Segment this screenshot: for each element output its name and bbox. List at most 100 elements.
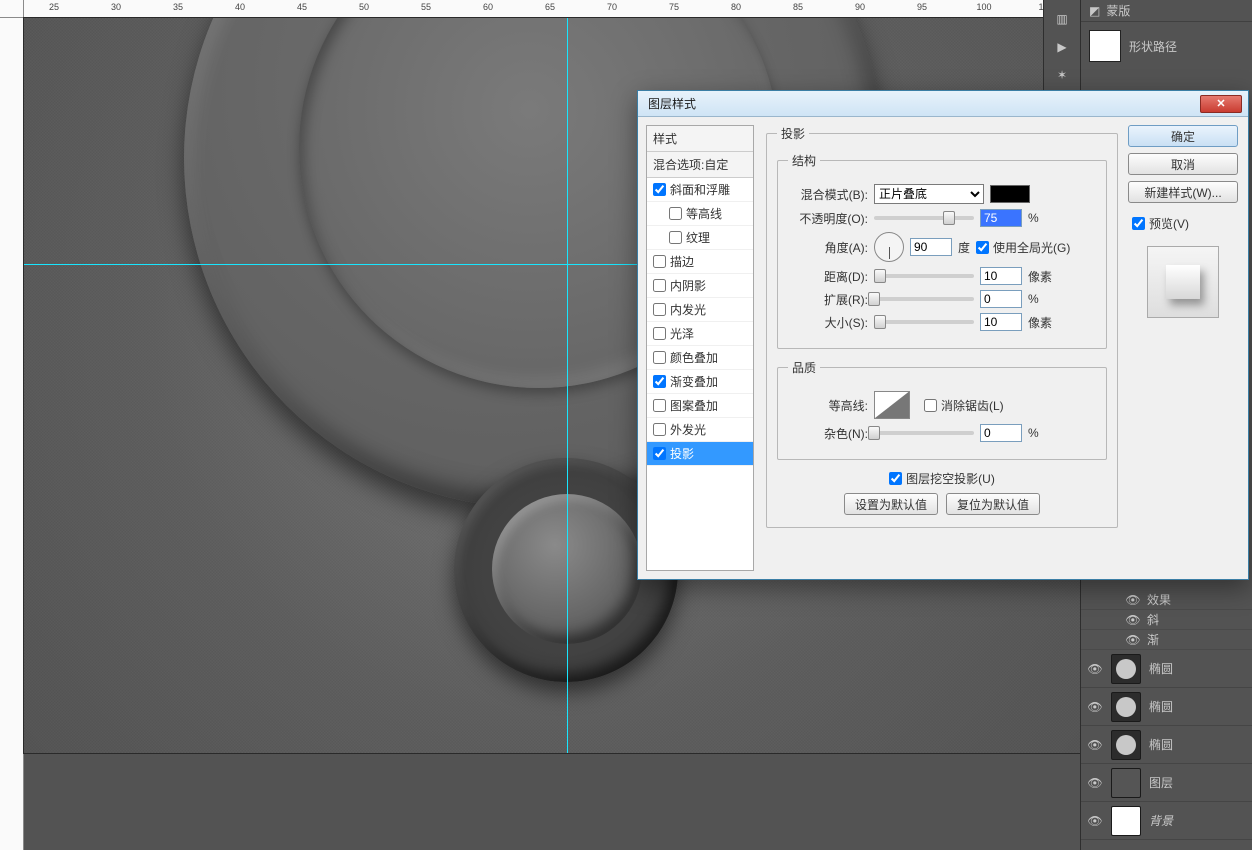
style-item-checkbox[interactable]	[653, 375, 666, 388]
visibility-icon[interactable]: 👁	[1087, 813, 1103, 829]
dialog-title: 图层样式	[644, 95, 1200, 112]
opacity-input[interactable]	[980, 209, 1022, 227]
new-style-button[interactable]: 新建样式(W)...	[1128, 181, 1238, 203]
mask-icon: ◩	[1089, 4, 1100, 18]
layer-row-ellipse-1[interactable]: 👁 椭圆	[1081, 650, 1252, 688]
style-item-colorOverlay[interactable]: 颜色叠加	[647, 346, 753, 370]
style-item-checkbox[interactable]	[669, 231, 682, 244]
style-item-texture[interactable]: 纹理	[647, 226, 753, 250]
style-item-checkbox[interactable]	[653, 351, 666, 364]
spread-label: 扩展(R):	[788, 291, 868, 308]
global-light-checkbox[interactable]: 使用全局光(G)	[976, 239, 1070, 256]
visibility-icon[interactable]: 👁	[1087, 737, 1103, 753]
blend-options-header[interactable]: 混合选项:自定	[647, 152, 753, 178]
set-default-button[interactable]: 设置为默认值	[844, 493, 938, 515]
brush-icon[interactable]: ✶	[1047, 62, 1077, 88]
style-item-checkbox[interactable]	[653, 279, 666, 292]
close-button[interactable]: ✕	[1200, 95, 1242, 113]
dialog-titlebar[interactable]: 图层样式 ✕	[638, 91, 1248, 117]
distance-input[interactable]	[980, 267, 1022, 285]
style-item-innerShadow[interactable]: 内阴影	[647, 274, 753, 298]
style-list-header[interactable]: 样式	[647, 126, 753, 152]
layer-effects-label[interactable]: 👁 效果	[1081, 590, 1252, 610]
style-item-label: 内阴影	[670, 277, 706, 294]
contour-label: 等高线:	[788, 397, 868, 414]
horizontal-ruler[interactable]: 253035404550556065707580859095100105	[24, 0, 1080, 18]
global-light-input[interactable]	[976, 241, 989, 254]
preview-inner	[1166, 265, 1200, 299]
angle-input[interactable]	[910, 238, 952, 256]
visibility-icon[interactable]: 👁	[1087, 775, 1103, 791]
style-item-label: 纹理	[686, 229, 710, 246]
style-item-checkbox[interactable]	[653, 447, 666, 460]
spread-input[interactable]	[980, 290, 1022, 308]
size-slider[interactable]	[874, 320, 974, 324]
angle-label: 角度(A):	[788, 239, 868, 256]
visibility-icon[interactable]: 👁	[1087, 661, 1103, 677]
size-input[interactable]	[980, 313, 1022, 331]
style-item-label: 渐变叠加	[670, 373, 718, 390]
layer-row-group[interactable]: 👁 图层	[1081, 764, 1252, 802]
preview-input[interactable]	[1132, 217, 1145, 230]
visibility-icon[interactable]: 👁	[1125, 592, 1141, 608]
style-item-dropShadow[interactable]: 投影	[647, 442, 753, 466]
visibility-icon[interactable]: 👁	[1125, 612, 1141, 628]
reset-default-button[interactable]: 复位为默认值	[946, 493, 1040, 515]
style-item-checkbox[interactable]	[669, 207, 682, 220]
style-item-contour[interactable]: 等高线	[647, 202, 753, 226]
mask-label: 蒙版	[1106, 2, 1130, 19]
histogram-icon[interactable]: ▥	[1047, 6, 1077, 32]
guide-vertical[interactable]	[567, 18, 568, 753]
style-item-checkbox[interactable]	[653, 327, 666, 340]
distance-slider[interactable]	[874, 274, 974, 278]
style-item-patternOverlay[interactable]: 图案叠加	[647, 394, 753, 418]
style-item-checkbox[interactable]	[653, 399, 666, 412]
style-item-satin[interactable]: 光泽	[647, 322, 753, 346]
visibility-icon[interactable]: 👁	[1087, 699, 1103, 715]
shadow-color-swatch[interactable]	[990, 185, 1030, 203]
opacity-slider[interactable]	[874, 216, 974, 220]
blend-mode-select[interactable]: 正片叠底	[874, 184, 984, 204]
style-item-checkbox[interactable]	[653, 183, 666, 196]
layer-row-ellipse-3[interactable]: 👁 椭圆	[1081, 726, 1252, 764]
noise-input[interactable]	[980, 424, 1022, 442]
knockout-checkbox[interactable]: 图层挖空投影(U)	[777, 470, 1107, 487]
knockout-input[interactable]	[889, 472, 902, 485]
spread-slider[interactable]	[874, 297, 974, 301]
ruler-tick: 95	[917, 2, 927, 12]
mask-panel-header[interactable]: ◩ 蒙版	[1081, 0, 1252, 22]
ok-button[interactable]: 确定	[1128, 125, 1238, 147]
play-icon[interactable]: ▶	[1047, 34, 1077, 60]
preview-checkbox[interactable]: 预览(V)	[1132, 215, 1238, 232]
layer-thumbnail	[1111, 806, 1141, 836]
style-item-gradOverlay[interactable]: 渐变叠加	[647, 370, 753, 394]
angle-dial[interactable]	[874, 232, 904, 262]
noise-slider[interactable]	[874, 431, 974, 435]
effect-gradient[interactable]: 👁 渐	[1081, 630, 1252, 650]
ruler-tick: 45	[297, 2, 307, 12]
quality-group: 品质 等高线: 消除锯齿(L) 杂色(N): %	[777, 359, 1107, 460]
visibility-icon[interactable]: 👁	[1125, 632, 1141, 648]
cancel-button[interactable]: 取消	[1128, 153, 1238, 175]
style-item-outerGlow[interactable]: 外发光	[647, 418, 753, 442]
path-thumbnail[interactable]	[1089, 30, 1121, 62]
ruler-tick: 75	[669, 2, 679, 12]
layer-row-ellipse-2[interactable]: 👁 椭圆	[1081, 688, 1252, 726]
style-item-checkbox[interactable]	[653, 255, 666, 268]
effect-bevel[interactable]: 👁 斜	[1081, 610, 1252, 630]
vertical-ruler[interactable]	[0, 18, 24, 850]
style-item-innerGlow[interactable]: 内发光	[647, 298, 753, 322]
style-item-label: 光泽	[670, 325, 694, 342]
size-unit: 像素	[1028, 314, 1052, 331]
anti-alias-checkbox[interactable]: 消除锯齿(L)	[924, 397, 1004, 414]
style-item-bevel[interactable]: 斜面和浮雕	[647, 178, 753, 202]
contour-picker[interactable]	[874, 391, 910, 419]
ruler-tick: 55	[421, 2, 431, 12]
style-item-checkbox[interactable]	[653, 423, 666, 436]
style-item-checkbox[interactable]	[653, 303, 666, 316]
style-item-stroke[interactable]: 描边	[647, 250, 753, 274]
layer-row-background[interactable]: 👁 背景	[1081, 802, 1252, 840]
anti-alias-input[interactable]	[924, 399, 937, 412]
layer-thumbnail	[1111, 692, 1141, 722]
layer-thumbnail	[1111, 768, 1141, 798]
